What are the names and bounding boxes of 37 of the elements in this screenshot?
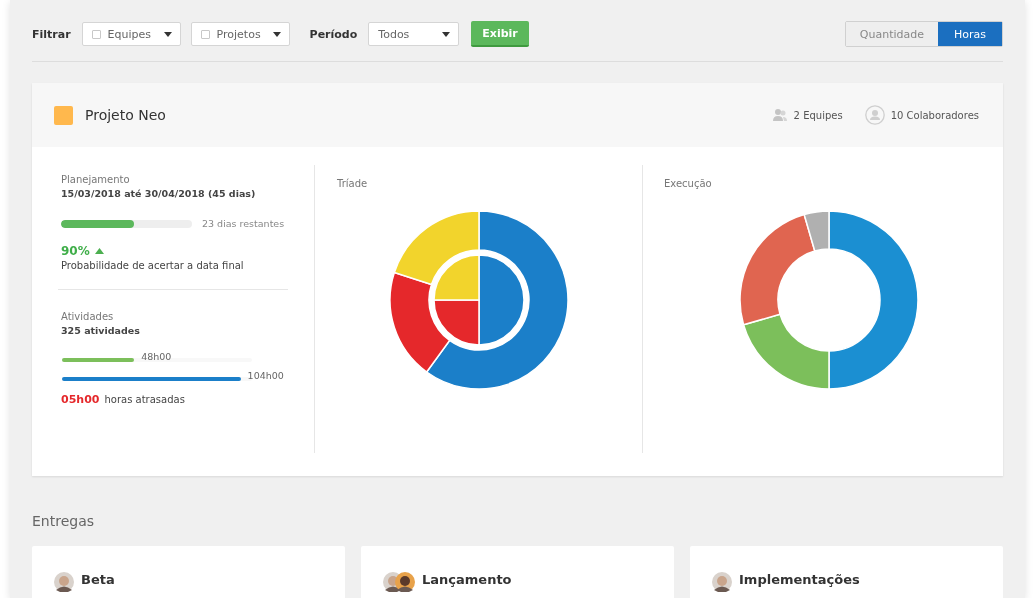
section-title: Entregas xyxy=(32,513,96,529)
filter-label: Filtrar xyxy=(32,27,71,41)
up-arrow-icon xyxy=(94,248,104,254)
remaining-days: 23 dias restantes xyxy=(202,218,285,229)
filter-dropdown[interactable]: Projetos xyxy=(190,22,290,46)
section-title: Planejamento xyxy=(61,174,131,185)
chart-title: Execução xyxy=(664,178,713,189)
hours-value: 48h00 xyxy=(141,351,172,362)
hours-value: 104h00 xyxy=(247,370,284,381)
probability-label: Probabilidade de acertar a data final xyxy=(61,260,245,271)
period-label: Período xyxy=(309,27,358,41)
view-toggle-button[interactable]: Horas xyxy=(938,22,1002,46)
project-title: Projeto Neo xyxy=(85,107,166,123)
planning-dates: 15/03/2018 até 30/04/2018 (45 dias) xyxy=(61,188,257,199)
teams-count: 2 Equipes xyxy=(793,109,843,121)
late-label: horas atrasadas xyxy=(104,394,185,405)
caret-icon xyxy=(442,31,451,37)
probability-value: 90% xyxy=(61,244,90,258)
chart-title: Tríade xyxy=(337,178,369,189)
period-dropdown[interactable]: Todos xyxy=(368,22,460,46)
caret-icon xyxy=(163,31,172,37)
filter-dropdown[interactable]: Equipes xyxy=(81,22,181,46)
delivery-card[interactable]: Lançamento xyxy=(361,546,674,598)
caret-icon xyxy=(272,31,281,37)
delivery-title: Implementações xyxy=(739,572,860,587)
team-icon xyxy=(771,108,788,122)
delivery-card[interactable]: Implementações xyxy=(690,546,1003,598)
delivery-title: Beta xyxy=(81,572,115,587)
activities-count: 325 atividades xyxy=(61,325,141,336)
delivery-card[interactable]: Beta xyxy=(32,546,345,598)
section-title: Atividades xyxy=(61,311,115,322)
delivery-title: Lançamento xyxy=(422,572,512,587)
checkbox[interactable] xyxy=(200,29,210,39)
user-icon xyxy=(864,105,885,125)
late-hours: 05h00 xyxy=(61,393,100,406)
members-count: 10 Colaboradores xyxy=(890,109,979,121)
checkbox[interactable] xyxy=(91,29,101,39)
